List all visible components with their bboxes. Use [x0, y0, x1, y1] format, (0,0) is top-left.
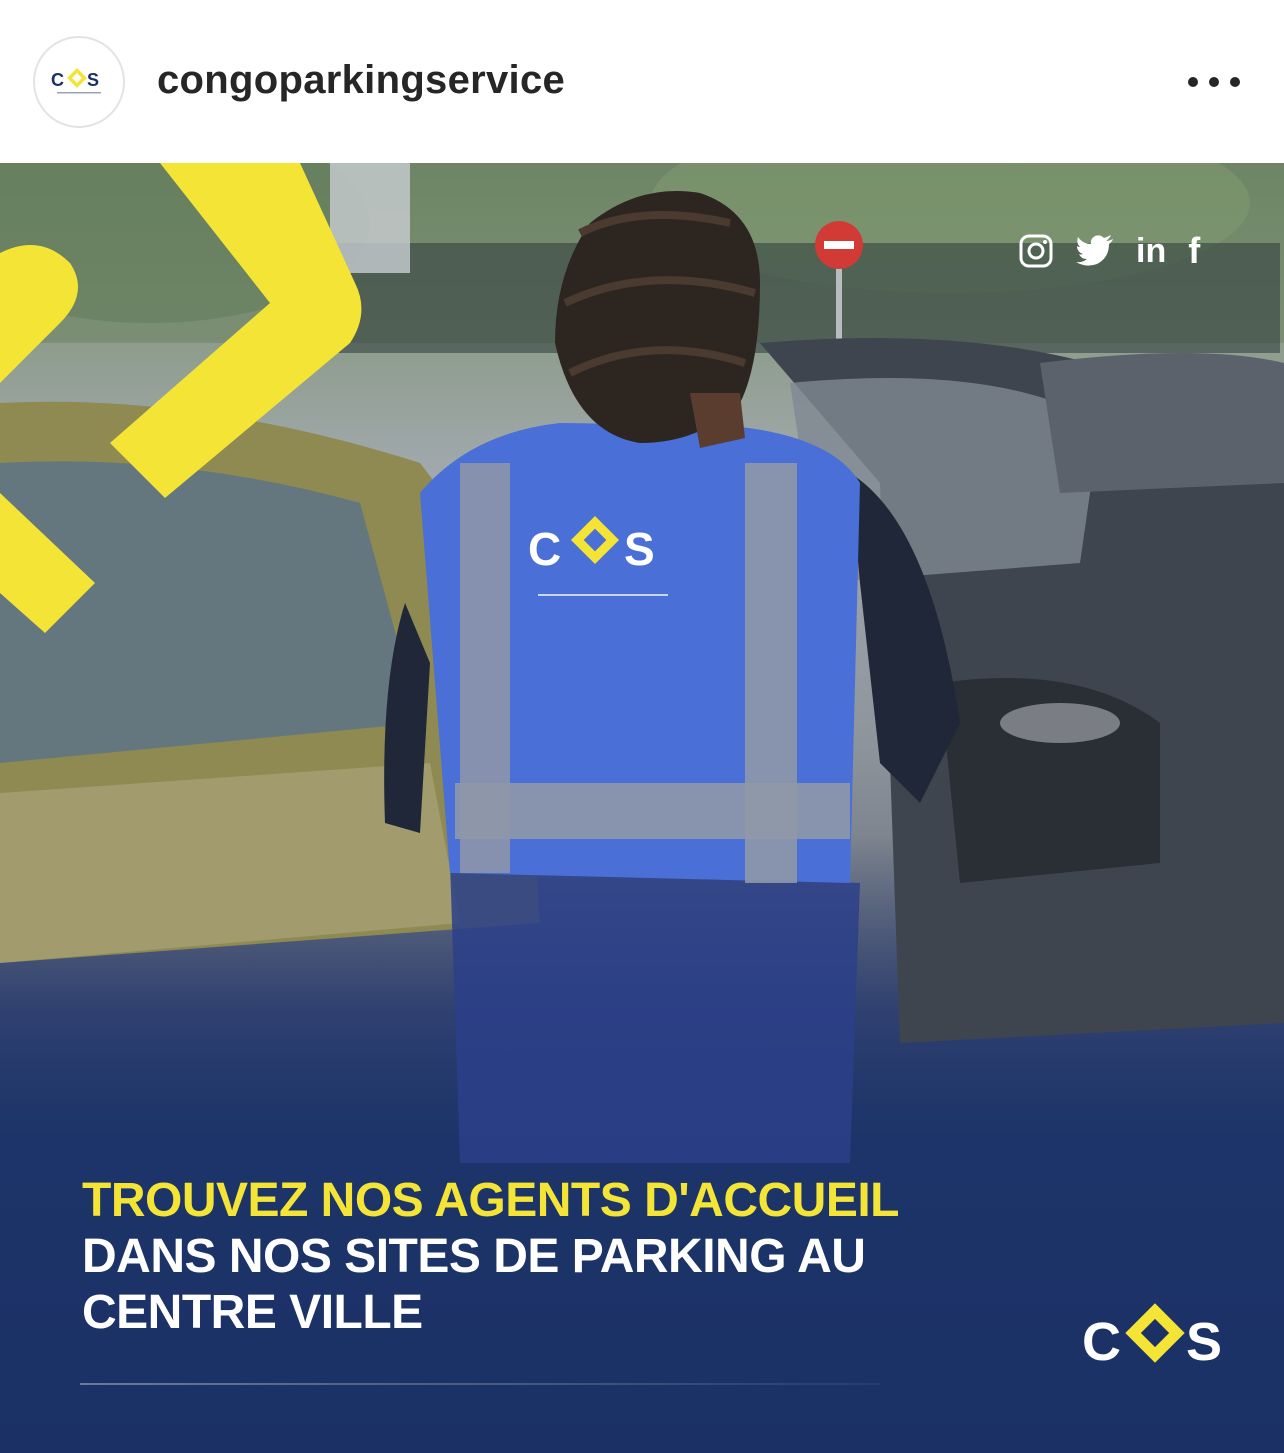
more-dot — [1230, 77, 1240, 87]
linkedin-icon[interactable]: in — [1136, 231, 1166, 271]
post-headline: TROUVEZ NOS AGENTS D'ACCUEIL DANS NOS SI… — [82, 1173, 1082, 1341]
svg-text:S: S — [1186, 1312, 1222, 1372]
post-image[interactable]: C S in f TROUVEZ NOS AGENTS D'ACCUEIL DA… — [0, 163, 1284, 1453]
twitter-icon[interactable] — [1076, 231, 1114, 271]
headline-line-3: CENTRE VILLE — [82, 1286, 423, 1339]
svg-text:S: S — [87, 70, 99, 90]
svg-text:C: C — [51, 70, 64, 90]
more-options-button[interactable] — [1188, 64, 1240, 100]
svg-text:C: C — [528, 523, 561, 575]
instagram-icon[interactable] — [1018, 231, 1054, 271]
linkedin-icon-text: in — [1136, 231, 1167, 270]
headline-line-1: TROUVEZ NOS AGENTS D'ACCUEIL — [82, 1174, 900, 1227]
cps-logo-icon: C S — [51, 68, 101, 94]
profile-avatar[interactable]: C S — [33, 36, 125, 128]
facebook-icon[interactable]: f — [1188, 230, 1201, 271]
more-dot — [1209, 77, 1219, 87]
svg-text:S: S — [624, 523, 655, 575]
post-header: C S congoparkingservice — [0, 0, 1284, 163]
account-username[interactable]: congoparkingservice — [157, 58, 565, 103]
social-icons-row: in f — [1018, 229, 1200, 273]
more-horizontal-icon — [1188, 77, 1198, 87]
footer-divider — [80, 1383, 880, 1385]
headline-line-2: DANS NOS SITES DE PARKING AU — [82, 1230, 866, 1283]
facebook-icon-text: f — [1188, 230, 1201, 271]
cps-logo-icon: C S — [1082, 1303, 1222, 1372]
brand-logo: C S — [1078, 1288, 1238, 1398]
svg-text:C: C — [1082, 1312, 1121, 1372]
